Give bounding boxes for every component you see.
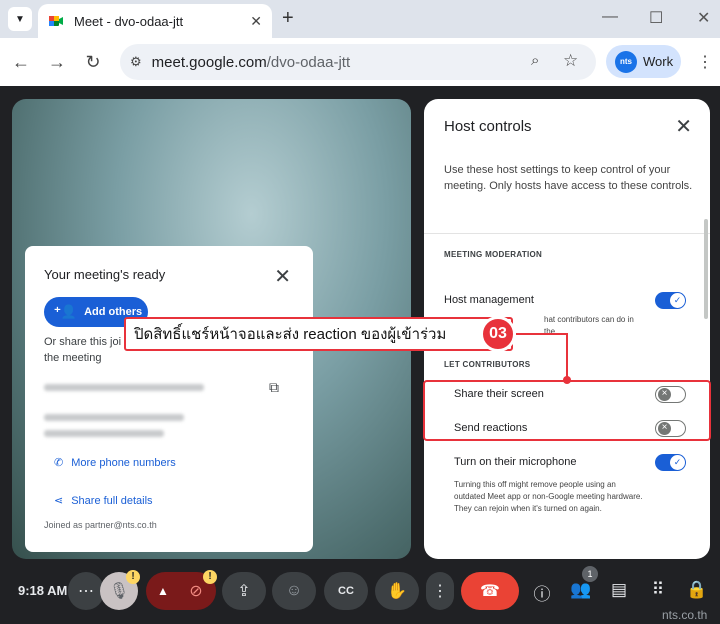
meeting-ready-title: Your meeting's ready bbox=[44, 267, 166, 282]
people-count-badge: 1 bbox=[582, 566, 598, 582]
profile-avatar: nts bbox=[615, 50, 637, 73]
info-icon[interactable]: ⓘ bbox=[531, 580, 553, 605]
more-dots-icon: ⋯ bbox=[78, 583, 94, 600]
emoji-icon: ☺ bbox=[285, 582, 303, 599]
profile-button[interactable]: nts Work bbox=[606, 45, 681, 78]
share-icon: ⋖ bbox=[54, 495, 64, 507]
microphone-desc: Turning this off might remove people usi… bbox=[454, 480, 643, 513]
host-controls-icon[interactable]: 🔒 bbox=[686, 580, 708, 600]
panel-scrollbar[interactable] bbox=[704, 219, 708, 319]
meeting-time: 9:18 AM bbox=[18, 583, 68, 598]
hang-up-icon: ☎ bbox=[480, 583, 500, 600]
share-full-details-link[interactable]: ⋖ Share full details bbox=[54, 494, 153, 507]
captions-button[interactable]: CC bbox=[324, 572, 368, 610]
more-phone-numbers-link[interactable]: ✆ More phone numbers bbox=[54, 456, 176, 469]
chevron-down-icon: ▼ bbox=[15, 13, 25, 25]
joined-as-text: Joined as partner@nts.co.th bbox=[44, 520, 157, 530]
url-text: meet.google.com/dvo-odaa-jtt bbox=[151, 53, 351, 71]
host-management-toggle[interactable] bbox=[655, 292, 686, 309]
more-vert-icon: ⋮ bbox=[432, 583, 448, 600]
divider bbox=[424, 233, 710, 234]
reactions-button[interactable]: ☺ bbox=[272, 572, 316, 610]
section-meeting-moderation: MEETING MODERATION bbox=[444, 250, 543, 259]
more-options-button[interactable]: ⋮ bbox=[426, 572, 454, 610]
site-info-icon[interactable]: ⚙ bbox=[130, 54, 142, 70]
microphone-label: Turn on their microphone bbox=[454, 456, 577, 468]
reload-icon[interactable]: ↻ bbox=[82, 52, 104, 73]
camera-off-icon: ⊘ bbox=[189, 583, 203, 600]
callout-dot bbox=[563, 376, 571, 384]
browser-menu-icon[interactable]: ⋮ bbox=[697, 52, 713, 72]
captions-icon: CC bbox=[338, 585, 354, 597]
callout-line bbox=[516, 333, 568, 335]
bookmark-star-icon[interactable]: ☆ bbox=[563, 51, 578, 71]
tab-search-button[interactable]: ▼ bbox=[8, 7, 32, 31]
phone-icon: ✆ bbox=[54, 457, 64, 469]
camera-warning-icon: ! bbox=[203, 570, 217, 584]
share-text-2: the meeting bbox=[44, 352, 102, 364]
dial-in-blurred bbox=[44, 414, 184, 421]
meeting-ready-card: Your meeting's ready ✕ ⁺👤 Add others Or s… bbox=[25, 246, 313, 552]
people-icon[interactable]: 👥 bbox=[570, 580, 592, 600]
highlight-box bbox=[423, 380, 711, 441]
more-options-left-button[interactable]: ⋯ bbox=[68, 572, 104, 610]
activities-icon[interactable]: ⠿ bbox=[647, 580, 669, 600]
callout-line-vertical bbox=[566, 333, 568, 379]
add-person-icon: ⁺👤 bbox=[54, 304, 78, 319]
maximize-icon[interactable]: ☐ bbox=[649, 8, 663, 28]
present-icon: ⇪ bbox=[237, 583, 251, 600]
annotation-callout: ปิดสิทธิ์แชร์หน้าจอและส่ง reaction ของผู… bbox=[124, 317, 513, 351]
tab-meet[interactable]: Meet - dvo-odaa-jtt ✕ bbox=[38, 4, 272, 38]
window-close-icon[interactable]: ✕ bbox=[697, 8, 710, 28]
meet-logo-icon bbox=[49, 16, 63, 26]
section-let-contributors: LET CONTRIBUTORS bbox=[444, 360, 531, 369]
pin-blurred bbox=[44, 430, 164, 437]
close-icon[interactable]: ✕ bbox=[675, 114, 692, 139]
share-text: Or share this joi bbox=[44, 336, 122, 348]
panel-title: Host controls bbox=[444, 118, 532, 135]
hand-icon: ✋ bbox=[387, 583, 407, 600]
meeting-link-blurred bbox=[44, 384, 204, 391]
present-screen-button[interactable]: ⇪ bbox=[222, 572, 266, 610]
tab-close-icon[interactable]: ✕ bbox=[250, 13, 262, 30]
camera-options-button[interactable]: ▲ bbox=[146, 572, 180, 610]
chevron-up-icon: ▲ bbox=[157, 584, 169, 598]
profile-label: Work bbox=[643, 54, 674, 69]
mic-off-icon: 🎙 bbox=[108, 583, 130, 600]
tab-title: Meet - dvo-odaa-jtt bbox=[74, 13, 184, 29]
step-number-badge: 03 bbox=[480, 316, 516, 352]
minimize-icon[interactable]: — bbox=[602, 8, 618, 26]
copy-icon[interactable]: ⧉ bbox=[269, 379, 279, 396]
chat-icon[interactable]: ▤ bbox=[608, 580, 630, 600]
back-icon[interactable]: ← bbox=[10, 52, 32, 73]
watermark: nts.co.th bbox=[662, 608, 708, 622]
host-management-label: Host management bbox=[444, 294, 534, 306]
mic-warning-icon: ! bbox=[126, 570, 140, 584]
close-icon[interactable]: ✕ bbox=[274, 264, 291, 289]
forward-icon[interactable]: → bbox=[46, 52, 68, 73]
zoom-icon[interactable]: ⌕ bbox=[531, 52, 539, 69]
omnibox[interactable]: ⚙ meet.google.com/dvo-odaa-jtt bbox=[120, 44, 596, 80]
leave-call-button[interactable]: ☎ bbox=[461, 572, 519, 610]
raise-hand-button[interactable]: ✋ bbox=[375, 572, 419, 610]
panel-description: Use these host settings to keep control … bbox=[444, 164, 693, 192]
new-tab-button[interactable]: + bbox=[282, 8, 294, 28]
microphone-toggle[interactable] bbox=[655, 454, 686, 471]
